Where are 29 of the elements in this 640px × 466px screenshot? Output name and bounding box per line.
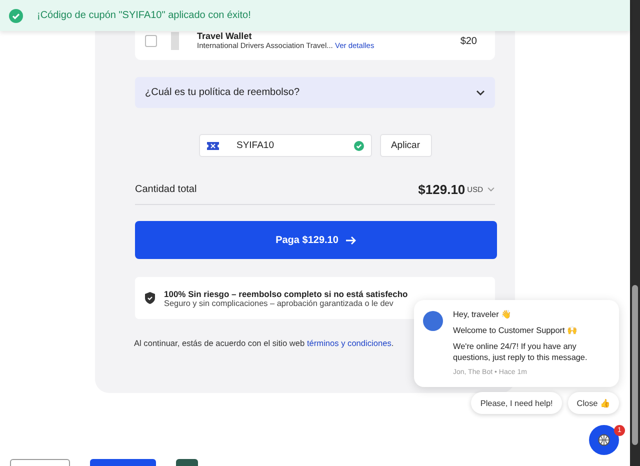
total-label: Cantidad total <box>135 184 197 195</box>
addon-price: $20 <box>460 36 477 46</box>
toast-message: ¡Código de cupón "SYIFA10" aplicado con éxito! <box>37 10 251 21</box>
chat-launcher-button[interactable] <box>589 425 619 455</box>
guarantee-text: Seguro y sin complicaciones – aprobación garantizada o le dev <box>164 298 394 308</box>
scrollbar[interactable] <box>630 0 640 466</box>
ticket-icon <box>206 142 218 150</box>
arrow-right-icon <box>346 236 356 244</box>
product-thumbnail <box>171 32 179 50</box>
chat-greeting: Hey, traveler 👋 <box>453 309 512 320</box>
faq-accordion[interactable]: ¿Cuál es tu política de reembolso? <box>135 77 495 108</box>
shield-icon <box>145 292 155 304</box>
addon-checkbox[interactable] <box>145 35 157 47</box>
addon-title: Travel Wallet <box>197 32 253 41</box>
guarantee-title: 100% Sin riesgo – reembolso completo si no está satisfecho <box>164 288 409 298</box>
coupon-input[interactable]: SYIFA10 <box>234 139 338 152</box>
coupon-field[interactable]: SYIFA10 <box>198 134 372 157</box>
chat-message: We're online 24/7! If you have any questions, just reply to this message. <box>453 341 588 363</box>
pay-button[interactable]: Paga $129.10 <box>135 221 497 259</box>
quick-reply-button[interactable]: Please, I need help! <box>471 392 562 414</box>
chevron-icon <box>487 187 495 192</box>
terms-link[interactable]: términos y condiciones <box>306 338 392 348</box>
quick-reply-button[interactable]: Close 👍 <box>568 392 619 414</box>
bot-avatar <box>423 311 443 331</box>
apply-button[interactable]: Aplicar <box>380 134 432 157</box>
chat-welcome: Welcome to Customer Support 🙌 <box>453 325 578 336</box>
total-amount: $129.10 <box>418 182 466 197</box>
check-circle-icon <box>9 8 23 22</box>
chevron-icon <box>476 90 485 96</box>
